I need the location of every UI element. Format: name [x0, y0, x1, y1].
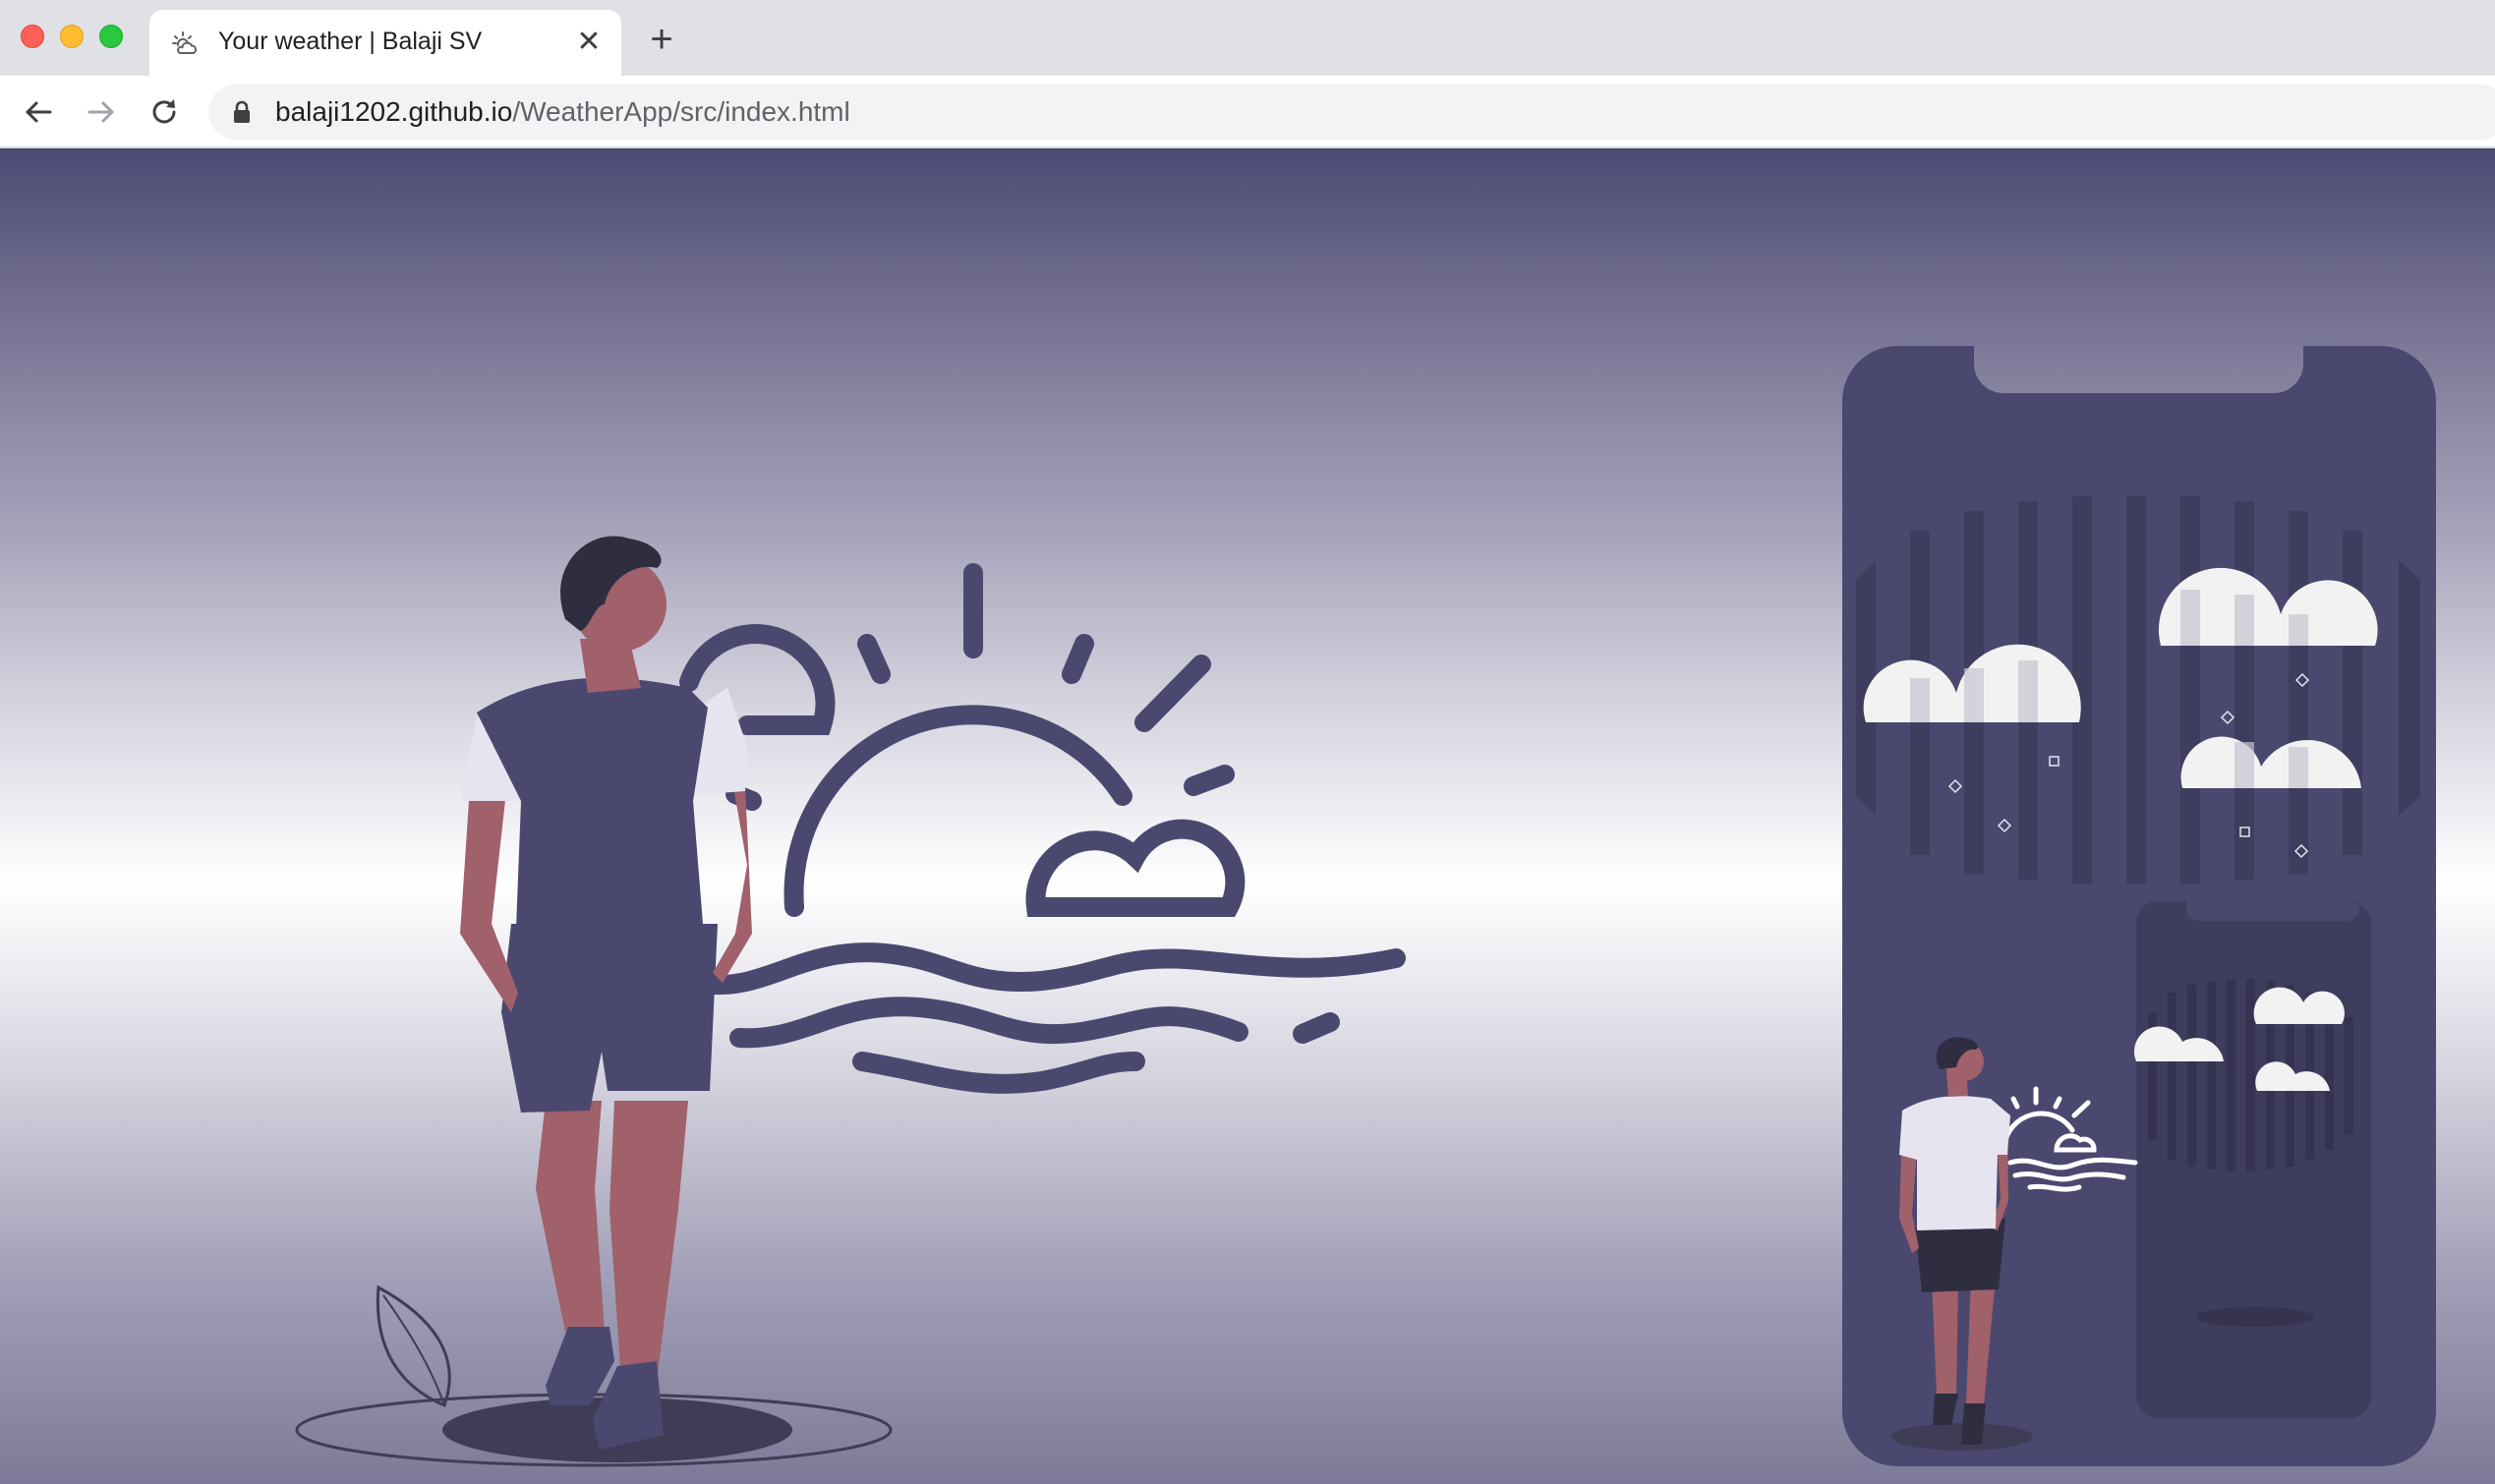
- minimize-window-button[interactable]: [60, 25, 84, 48]
- browser-tab[interactable]: Your weather | Balaji SV ✕: [149, 10, 621, 76]
- phone-illustration: [1842, 346, 2436, 1466]
- new-tab-button[interactable]: +: [644, 20, 679, 59]
- weather-illustration: [295, 346, 2436, 1467]
- lock-icon: [234, 100, 250, 123]
- sunrise-over-waves-illustration: [679, 563, 1406, 1094]
- url-text: balaji1202.github.io/WeatherApp/src/inde…: [275, 96, 850, 128]
- arrow-left-icon[interactable]: [20, 93, 57, 131]
- close-tab-icon[interactable]: ✕: [572, 26, 606, 59]
- arrow-right-icon[interactable]: [83, 93, 120, 131]
- close-window-button[interactable]: [21, 25, 44, 48]
- front-cloud: [1025, 819, 1246, 917]
- sun-arc: [783, 705, 1132, 917]
- url-host: balaji1202.github.io: [275, 96, 513, 127]
- browser-toolbar: balaji1202.github.io/WeatherApp/src/inde…: [0, 76, 2495, 148]
- reload-icon[interactable]: [145, 93, 183, 131]
- browser-titlebar: Your weather | Balaji SV ✕ +: [0, 0, 2495, 76]
- maximize-window-button[interactable]: [99, 25, 123, 48]
- url-path: /WeatherApp/src/index.html: [512, 96, 850, 127]
- weather-favicon-icon: [172, 31, 198, 54]
- mini-phone-illustration: [2133, 901, 2371, 1418]
- person-standing-illustration: [295, 536, 893, 1467]
- tab-title: Your weather | Balaji SV: [218, 28, 483, 55]
- address-bar[interactable]: balaji1202.github.io/WeatherApp/src/inde…: [208, 85, 2495, 140]
